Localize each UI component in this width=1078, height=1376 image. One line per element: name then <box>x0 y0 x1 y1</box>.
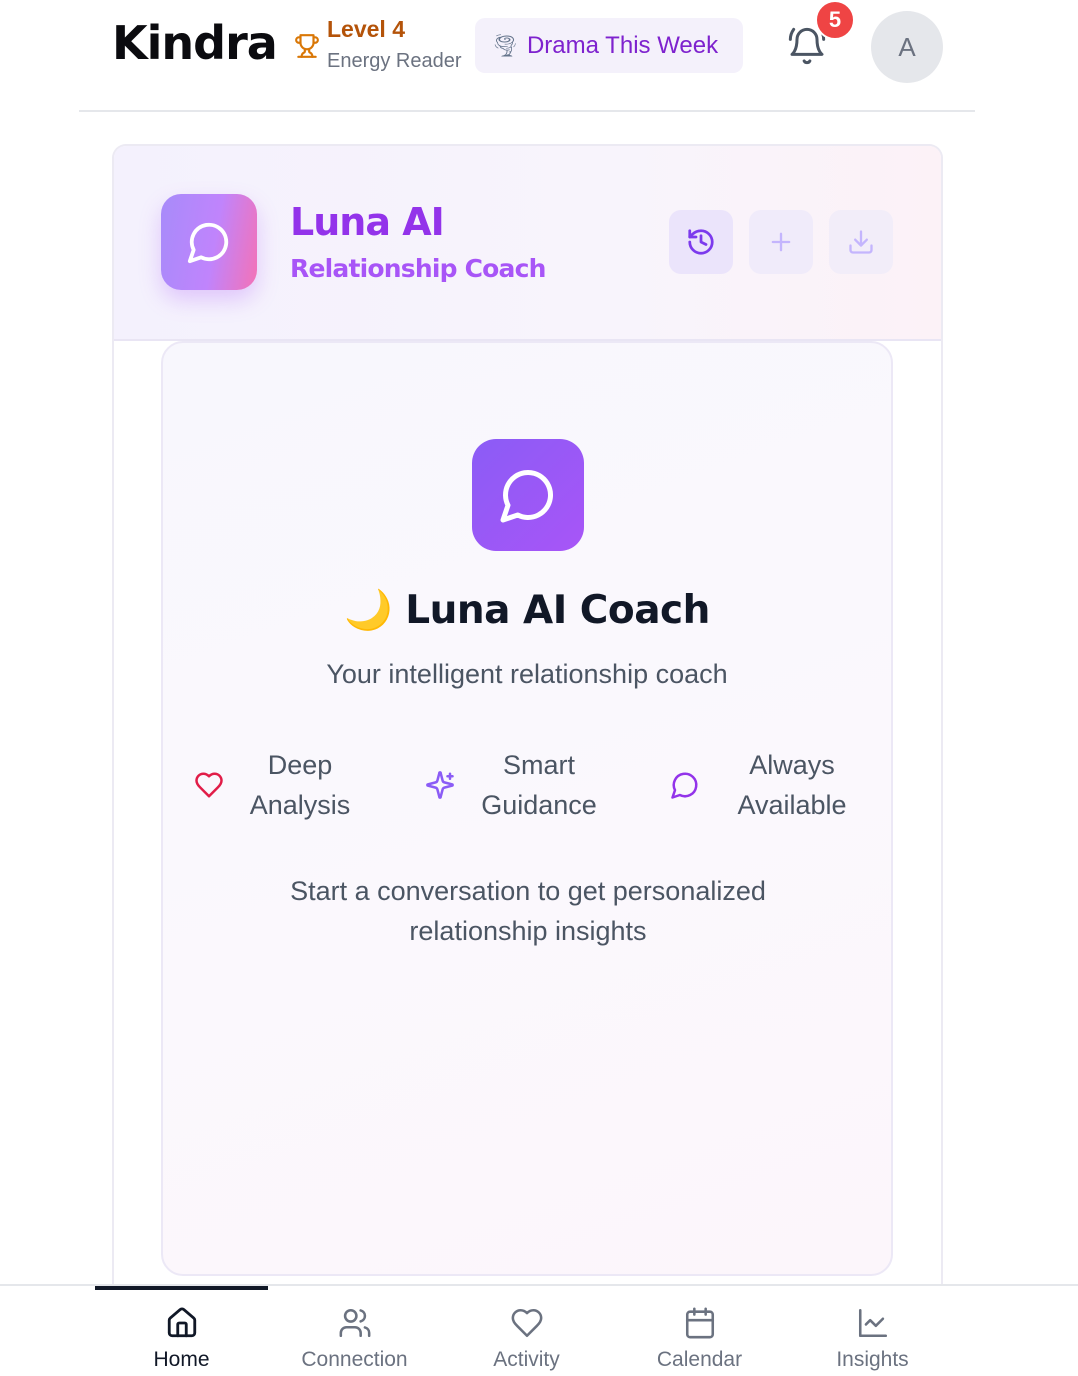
chat-bubble-icon <box>671 772 698 799</box>
nav-label: Insights <box>836 1348 909 1371</box>
avatar[interactable]: A <box>871 11 943 83</box>
calendar-icon <box>685 1307 714 1339</box>
history-icon <box>688 229 714 255</box>
nav-item-activity[interactable]: Activity <box>440 1306 613 1372</box>
feature-label: Smart Guidance <box>481 750 597 820</box>
welcome-panel: 🌙 Luna AI Coach Your intelligent relatio… <box>161 341 893 1276</box>
bottom-nav: Home Connection Activity Calendar Insigh… <box>0 1284 1078 1376</box>
heart-icon <box>511 1308 542 1338</box>
feature-always-available: Always Available <box>670 745 854 825</box>
welcome-title: 🌙 Luna AI Coach <box>344 588 710 633</box>
download-button[interactable] <box>829 210 893 274</box>
coach-card-header: Luna AI Relationship Coach <box>114 146 941 341</box>
notification-badge: 5 <box>815 0 855 40</box>
nav-item-calendar[interactable]: Calendar <box>613 1306 786 1372</box>
trophy-icon <box>295 34 319 58</box>
plus-icon <box>771 232 791 252</box>
users-icon <box>339 1308 370 1338</box>
heart-icon <box>195 772 223 798</box>
nav-item-connection[interactable]: Connection <box>268 1306 441 1372</box>
chat-bubble-icon <box>500 469 554 523</box>
history-button[interactable] <box>669 210 733 274</box>
active-tab-indicator <box>95 1286 268 1290</box>
welcome-icon <box>472 439 584 551</box>
chat-bubble-icon <box>187 222 229 264</box>
level-title: Level 4 <box>327 16 405 42</box>
coach-title: Luna AI <box>290 200 445 244</box>
welcome-subtitle: Your intelligent relationship coach <box>326 659 728 689</box>
drama-this-week-button[interactable]: 🌪 Drama This Week <box>475 18 743 73</box>
drama-label: Drama This Week <box>526 31 719 59</box>
nav-label: Calendar <box>656 1348 743 1371</box>
nav-item-home[interactable]: Home <box>95 1306 268 1372</box>
feature-smart-guidance: Smart Guidance <box>425 745 603 825</box>
nav-item-insights[interactable]: Insights <box>786 1306 959 1372</box>
tornado-icon: 🌪 <box>491 32 519 58</box>
new-chat-button[interactable] <box>749 210 813 274</box>
feature-label: Deep Analysis <box>249 750 351 820</box>
chart-line-icon <box>858 1308 887 1338</box>
feature-deep-analysis: Deep Analysis <box>194 745 356 825</box>
feature-label: Always Available <box>737 750 847 820</box>
welcome-cta: Start a conversation to get personalized… <box>290 876 766 946</box>
home-icon <box>167 1307 196 1338</box>
coach-subtitle: Relationship Coach <box>290 254 546 283</box>
sparkles-icon <box>426 771 454 799</box>
coach-avatar <box>161 194 257 290</box>
top-header: Kindra Level 4 Energy Reader 🌪 Drama Thi… <box>0 0 1078 112</box>
header-divider <box>79 110 975 112</box>
nav-label: Activity <box>493 1348 560 1371</box>
level-subtitle: Energy Reader <box>327 50 462 72</box>
nav-label: Connection <box>301 1348 408 1371</box>
nav-label: Home <box>153 1348 210 1371</box>
brand-logo[interactable]: Kindra <box>112 16 278 70</box>
download-icon <box>849 230 873 254</box>
